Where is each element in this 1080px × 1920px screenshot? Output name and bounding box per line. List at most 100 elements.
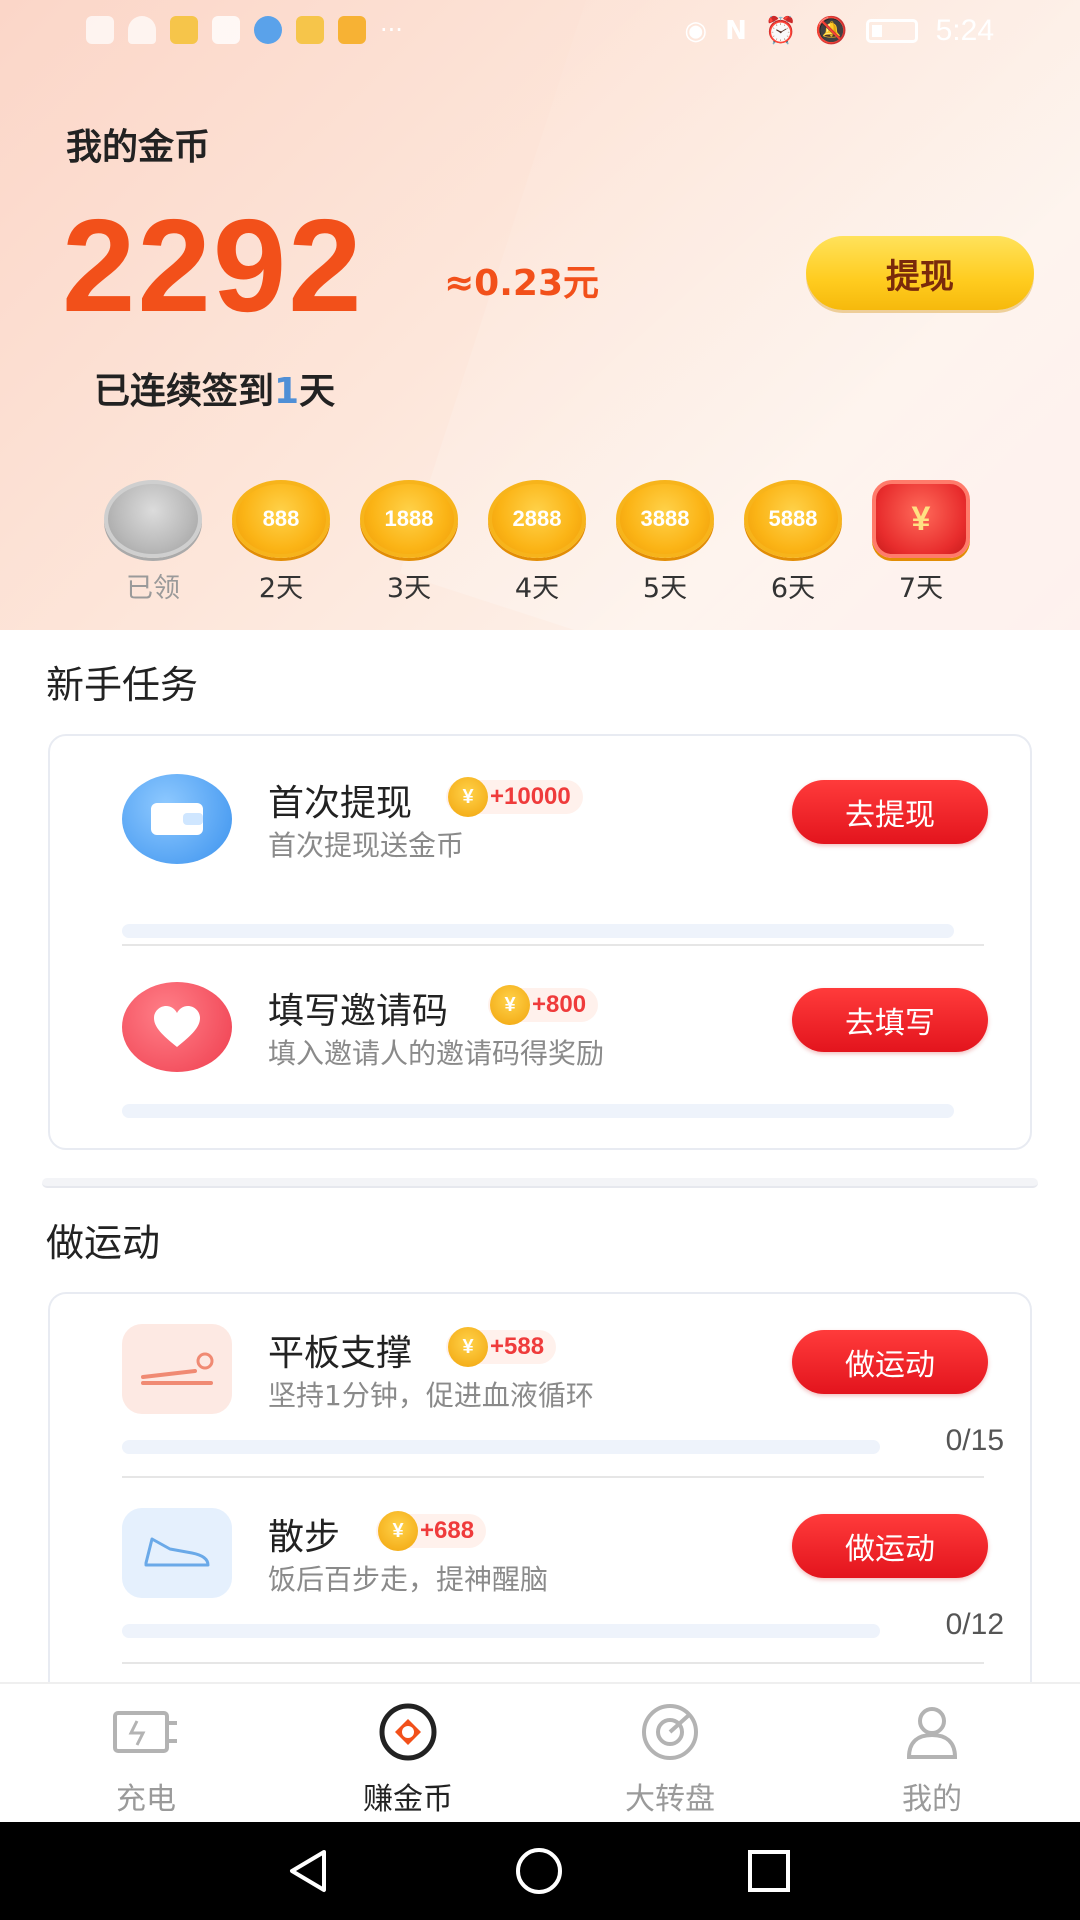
streak-day-label: 7天	[898, 573, 944, 604]
wifi-icon	[128, 16, 156, 44]
streak-day-5[interactable]: 3888 5天	[610, 480, 720, 605]
recents-icon[interactable]	[744, 1846, 794, 1896]
streak-day-1[interactable]: 已领	[98, 480, 208, 605]
coin-icon: ¥	[490, 985, 530, 1025]
go-withdraw-button[interactable]: 去提现	[792, 780, 988, 844]
do-exercise-button[interactable]: 做运动	[792, 1514, 988, 1578]
streak-day-6[interactable]: 5888 6天	[738, 480, 848, 605]
newbie-task-card: 首次提现 ¥ +10000 首次提现送金币 去提现 填写邀请码 ¥ +800 填…	[48, 734, 1032, 1150]
claimed-coin-icon	[104, 480, 202, 558]
checkin-suffix: 天	[299, 371, 336, 412]
task-progress-bar	[122, 924, 954, 938]
streak-day-7[interactable]: ¥ 7天	[866, 480, 976, 605]
nav-item-me[interactable]: 我的	[852, 1702, 1012, 1818]
charge-icon	[111, 1702, 181, 1762]
task-reward-amount: +800	[532, 991, 587, 1018]
back-icon[interactable]	[284, 1846, 334, 1896]
task-progress-count: 0/15	[945, 1424, 1004, 1457]
streak-day-label: 已领	[126, 573, 180, 604]
task-progress-bar	[122, 1104, 954, 1118]
red-envelope-icon: ¥	[872, 480, 970, 558]
checkin-prefix: 已连续签到	[94, 371, 275, 412]
checkin-days: 1	[274, 371, 300, 412]
task-description: 首次提现送金币	[268, 829, 465, 862]
divider	[122, 944, 984, 946]
task-progress-bar	[122, 1440, 880, 1454]
task-description: 坚持1分钟，促进血液循环	[268, 1379, 594, 1412]
exercise-task-card: 平板支撑 ¥ +588 坚持1分钟，促进血液循环 做运动 0/15 散步 ¥ +…	[48, 1292, 1032, 1712]
task-reward-badge: ¥ +10000	[446, 777, 583, 817]
streak-day-4[interactable]: 2888 4天	[482, 480, 592, 605]
task-name: 散步	[268, 1517, 341, 1558]
section-title-newbie: 新手任务	[46, 663, 199, 707]
task-reward-badge: ¥ +688	[376, 1511, 487, 1551]
alarm-icon: ⏰	[764, 16, 798, 46]
coin-icon: 2888	[488, 480, 586, 558]
nav-label: 大转盘	[625, 1782, 715, 1817]
task-reward-badge: ¥ +800	[488, 985, 599, 1025]
coin-icon: ¥	[448, 777, 488, 817]
alert-icon	[86, 16, 114, 44]
streak-day-3[interactable]: 1888 3天	[354, 480, 464, 605]
section-title-exercise: 做运动	[46, 1221, 161, 1265]
wheel-icon	[635, 1702, 705, 1762]
user-icon	[897, 1702, 967, 1762]
checkin-streak: 已连续签到1天	[94, 362, 335, 414]
task-name: 填写邀请码	[268, 991, 449, 1032]
coin-icon: 5888	[744, 480, 842, 558]
more-notifications-icon: ···	[380, 16, 403, 44]
divider	[122, 1476, 984, 1478]
go-fill-button[interactable]: 去填写	[792, 988, 988, 1052]
task-name: 平板支撑	[268, 1333, 413, 1374]
bottom-nav: 充电 赚金币 大转盘 我的	[0, 1682, 1080, 1822]
heart-icon	[122, 982, 232, 1072]
nav-item-charge[interactable]: 充电	[66, 1702, 226, 1818]
earn-coin-icon	[373, 1702, 443, 1762]
shoe-icon	[122, 1508, 232, 1598]
task-reward-badge: ¥ +588	[446, 1327, 557, 1367]
nav-label: 充电	[116, 1782, 176, 1817]
system-nav-bar	[0, 1822, 1080, 1920]
task-reward-amount: +588	[490, 1333, 545, 1360]
section-separator	[42, 1178, 1038, 1188]
coin-icon: ¥	[448, 1327, 488, 1367]
nav-item-wheel[interactable]: 大转盘	[590, 1702, 750, 1818]
coin-icon: 888	[232, 480, 330, 558]
coin-icon: ¥	[378, 1511, 418, 1551]
checkin-streak-row: 已领 888 2天 1888 3天 2888 4天 3888 5天 5888 6…	[98, 480, 988, 610]
streak-day-label: 2天	[258, 573, 304, 604]
streak-day-label: 6天	[770, 573, 816, 604]
withdraw-button[interactable]: 提现	[806, 236, 1034, 310]
status-time: 5:24	[935, 14, 994, 47]
plank-icon	[122, 1324, 232, 1414]
status-bar: ··· ◉ N ⏰ 🔕 5:24	[0, 0, 1080, 66]
coins-header: ··· ◉ N ⏰ 🔕 5:24 我的金币 2292 ≈0.23元 提现 已连续…	[0, 0, 1080, 630]
nav-item-earn-coins[interactable]: 赚金币	[328, 1702, 488, 1818]
streak-day-2[interactable]: 888 2天	[226, 480, 336, 605]
do-exercise-button[interactable]: 做运动	[792, 1330, 988, 1394]
weibo-icon-2	[296, 16, 324, 44]
task-name: 首次提现	[268, 783, 413, 824]
coins-cash-equivalent: ≈0.23元	[444, 263, 599, 304]
app-icon	[338, 16, 366, 44]
shield-icon	[212, 16, 240, 44]
streak-day-label: 3天	[386, 573, 432, 604]
task-reward-amount: +10000	[490, 783, 571, 810]
mute-icon: 🔕	[815, 16, 848, 46]
task-progress-bar	[122, 1624, 880, 1638]
nav-label: 我的	[902, 1782, 962, 1817]
nfc-icon: N	[725, 16, 747, 46]
home-icon[interactable]	[514, 1846, 564, 1896]
weibo-icon	[170, 16, 198, 44]
task-progress-count: 0/12	[945, 1608, 1004, 1641]
divider	[122, 1662, 984, 1664]
task-description: 饭后百步走，提神醒脑	[268, 1563, 549, 1596]
browser-icon	[254, 16, 282, 44]
wallet-icon	[122, 774, 232, 864]
coin-icon: 3888	[616, 480, 714, 558]
eye-icon: ◉	[684, 16, 708, 46]
nav-label: 赚金币	[363, 1782, 453, 1817]
coin-icon: 1888	[360, 480, 458, 558]
coins-balance: 2292	[62, 192, 364, 339]
streak-day-label: 5天	[642, 573, 688, 604]
